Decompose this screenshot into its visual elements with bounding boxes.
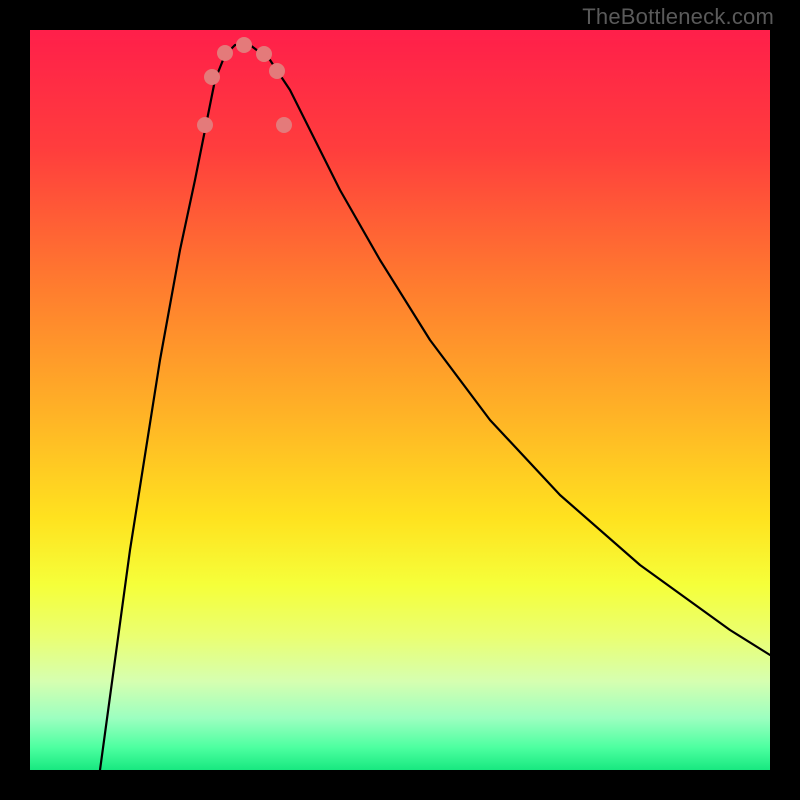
- bottleneck-curve: [100, 45, 770, 770]
- highlight-dot: [217, 45, 233, 61]
- highlight-dot: [197, 117, 213, 133]
- watermark-text: TheBottleneck.com: [582, 4, 774, 30]
- highlight-dot: [256, 46, 272, 62]
- highlight-markers: [197, 37, 292, 133]
- curve-layer: [30, 30, 770, 770]
- highlight-dot: [204, 69, 220, 85]
- highlight-dot: [269, 63, 285, 79]
- highlight-dot: [236, 37, 252, 53]
- plot-area: [30, 30, 770, 770]
- highlight-dot: [276, 117, 292, 133]
